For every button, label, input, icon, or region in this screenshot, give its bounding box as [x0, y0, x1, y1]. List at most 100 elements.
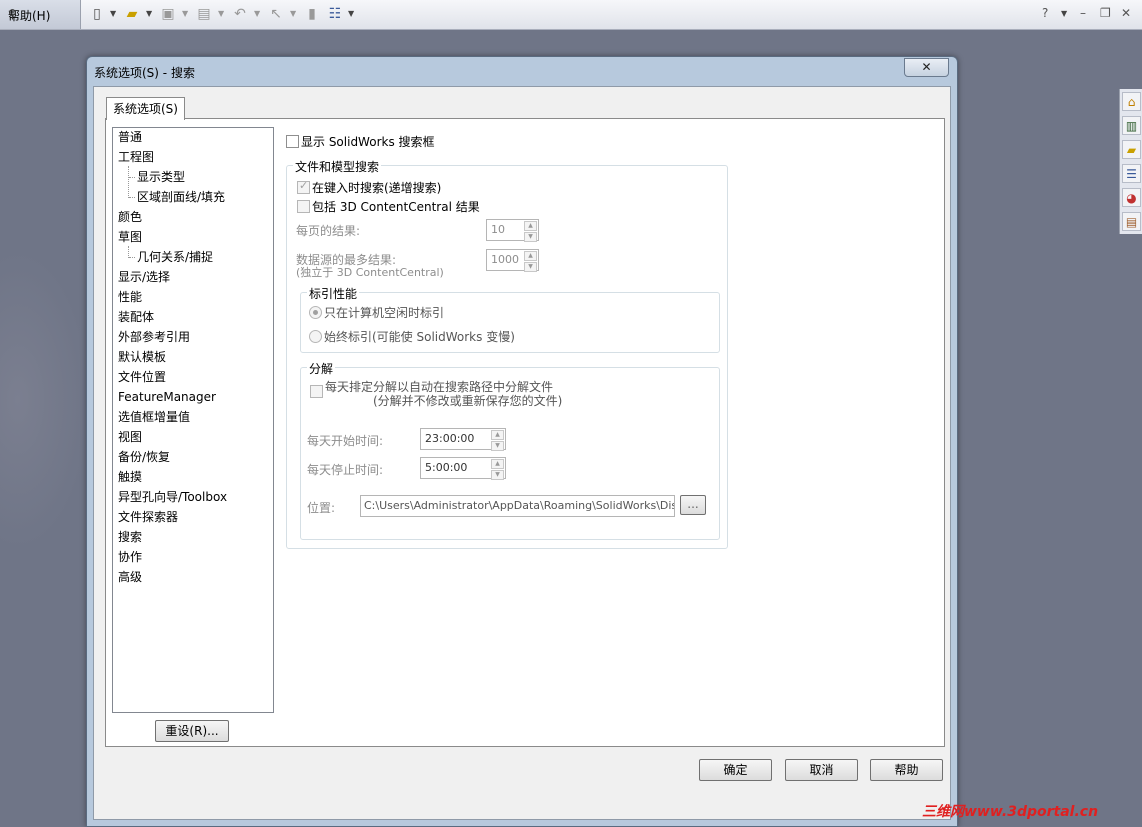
- location-label: 位置:: [307, 501, 336, 515]
- appearances-icon[interactable]: ◕: [1122, 188, 1141, 207]
- tree-item-featuremanager[interactable]: FeatureManager: [118, 388, 216, 406]
- chevron-down-icon[interactable]: ▼: [110, 9, 116, 18]
- ok-button[interactable]: 确定: [699, 759, 772, 781]
- incremental-search-label: 在键入时搜索(递增搜索): [312, 181, 442, 195]
- schedule-dissection-sublabel: (分解并不修改或重新保存您的文件): [373, 394, 563, 408]
- indexing-group: 标引性能 只在计算机空闲时标引 始终标引(可能使 SolidWorks 变慢): [300, 285, 720, 353]
- chevron-down-icon[interactable]: ▼: [254, 9, 260, 18]
- location-value: C:\Users\Administrator\AppData\Roaming\S…: [364, 499, 674, 512]
- dialog-close-button[interactable]: ✕: [904, 58, 949, 77]
- index-always-label: 始终标引(可能使 SolidWorks 变慢): [324, 330, 515, 344]
- file-model-search-group: 文件和模型搜索 在键入时搜索(递增搜索) 包括 3D ContentCentra…: [286, 158, 728, 549]
- tree-connector: [128, 166, 130, 198]
- tree-item-display-style[interactable]: 显示类型: [137, 168, 185, 186]
- search-results-icon[interactable]: ☰: [1122, 164, 1141, 183]
- tree-item-collaboration[interactable]: 协作: [118, 548, 142, 566]
- max-results-spinner[interactable]: 1000 ▲ ▼: [486, 249, 539, 272]
- new-document-icon[interactable]: ▯: [88, 5, 106, 23]
- include-3dcc-checkbox[interactable]: [297, 200, 310, 213]
- tree-item-default-templates[interactable]: 默认模板: [118, 348, 166, 366]
- show-search-box-label: 显示 SolidWorks 搜索框: [301, 135, 435, 149]
- help-button[interactable]: 帮助: [870, 759, 943, 781]
- max-results-sublabel: (独立于 3D ContentCentral): [296, 266, 444, 279]
- results-per-page-spinner[interactable]: 10 ▲ ▼: [486, 219, 539, 242]
- save-icon[interactable]: ▣: [159, 5, 177, 23]
- undo-icon[interactable]: ↶: [231, 5, 249, 23]
- tree-item-assemblies[interactable]: 装配体: [118, 308, 154, 326]
- chevron-down-icon[interactable]: ▼: [348, 9, 354, 18]
- spinner-buttons[interactable]: ▲ ▼: [524, 251, 537, 272]
- open-folder-icon[interactable]: ▰: [123, 5, 141, 23]
- results-per-page-label: 每页的结果:: [296, 224, 361, 238]
- chevron-down-icon[interactable]: ▼: [1061, 9, 1067, 18]
- start-time-spinner[interactable]: 23:00:00 ▲ ▼: [420, 428, 506, 451]
- help-menu[interactable]: 帮助(H) ⚲: [0, 0, 81, 29]
- dialog-title: 系统选项(S) - 搜索: [94, 66, 195, 80]
- stop-time-spinner[interactable]: 5:00:00 ▲ ▼: [420, 457, 506, 480]
- browse-button[interactable]: ...: [680, 495, 706, 515]
- tree-item-backup-recover[interactable]: 备份/恢复: [118, 448, 170, 466]
- max-results-value: 1000: [491, 253, 519, 266]
- tree-item-file-locations[interactable]: 文件位置: [118, 368, 166, 386]
- results-per-page-value: 10: [491, 223, 505, 236]
- show-search-box-checkbox[interactable]: [286, 135, 299, 148]
- tree-item-hole-wizard-toolbox[interactable]: 异型孔向导/Toolbox: [118, 488, 227, 506]
- options-icon[interactable]: ☷: [326, 5, 344, 23]
- tree-item-display-selection[interactable]: 显示/选择: [118, 268, 170, 286]
- spinner-buttons[interactable]: ▲ ▼: [491, 459, 504, 480]
- chevron-down-icon[interactable]: ▼: [146, 9, 152, 18]
- dialog-body: 系统选项(S) 普通 工程图 显示类型 区域剖面线/填充 颜色 草图 几何关系/…: [93, 86, 951, 820]
- tree-item-general[interactable]: 普通: [118, 128, 142, 146]
- tree-item-search[interactable]: 搜索: [118, 528, 142, 546]
- custom-properties-icon[interactable]: ▤: [1122, 212, 1141, 231]
- print-icon[interactable]: ▤: [195, 5, 213, 23]
- tree-item-spin-box-increments[interactable]: 选值框增量值: [118, 408, 190, 426]
- tree-item-touch[interactable]: 触摸: [118, 468, 142, 486]
- file-model-search-title: 文件和模型搜索: [293, 158, 382, 175]
- cancel-button[interactable]: 取消: [785, 759, 858, 781]
- close-icon[interactable]: ✕: [1121, 6, 1131, 20]
- tree-item-advanced[interactable]: 高级: [118, 568, 142, 586]
- indexing-title: 标引性能: [307, 285, 360, 302]
- select-cursor-icon[interactable]: ↖: [267, 5, 285, 23]
- tree-item-external-references[interactable]: 外部参考引用: [118, 328, 190, 346]
- tree-item-view[interactable]: 视图: [118, 428, 142, 446]
- pin-icon[interactable]: ⚲: [8, 7, 17, 21]
- tree-item-colors[interactable]: 颜色: [118, 208, 142, 226]
- incremental-search-checkbox[interactable]: [297, 179, 310, 194]
- chevron-down-icon[interactable]: ▼: [182, 9, 188, 18]
- reset-button[interactable]: 重设(R)...: [155, 720, 229, 742]
- watermark: 三维网www.3dportal.cn: [922, 804, 1099, 820]
- design-library-icon[interactable]: ▥: [1122, 116, 1141, 135]
- spinner-buttons[interactable]: ▲ ▼: [524, 221, 537, 242]
- index-idle-radio[interactable]: [309, 306, 322, 319]
- tree-connector: [129, 177, 135, 178]
- tree-item-area-hatch[interactable]: 区域剖面线/填充: [137, 188, 225, 206]
- schedule-dissection-checkbox[interactable]: [310, 385, 323, 398]
- include-3dcc-label: 包括 3D ContentCentral 结果: [312, 200, 480, 214]
- main-toolbar: 帮助(H) ⚲ ▯ ▼ ▰ ▼ ▣ ▼ ▤ ▼ ↶ ▼ ↖ ▼ ▮ ☷ ▼ ? …: [0, 0, 1142, 30]
- home-icon[interactable]: ⌂: [1122, 92, 1141, 111]
- tree-item-sketch[interactable]: 草图: [118, 228, 142, 246]
- chevron-down-icon[interactable]: ▼: [290, 9, 296, 18]
- tree-item-relations-snaps[interactable]: 几何关系/捕捉: [137, 248, 213, 266]
- file-explorer-icon[interactable]: ▰: [1122, 140, 1141, 159]
- system-options-dialog: 系统选项(S) - 搜索 ✕ 系统选项(S) 普通 工程图 显示类型 区域剖面线…: [86, 56, 958, 827]
- tree-item-file-explorer[interactable]: 文件探索器: [118, 508, 178, 526]
- task-pane: ⌂ ▥ ▰ ☰ ◕ ▤: [1119, 89, 1142, 234]
- background-graphic: [0, 250, 90, 550]
- spinner-buttons[interactable]: ▲ ▼: [491, 430, 504, 451]
- minimize-icon[interactable]: –: [1080, 6, 1086, 20]
- tree-connector: [129, 257, 135, 258]
- help-question-icon[interactable]: ?: [1042, 6, 1048, 20]
- tree-item-performance[interactable]: 性能: [118, 288, 142, 306]
- location-field[interactable]: C:\Users\Administrator\AppData\Roaming\S…: [360, 495, 675, 517]
- chevron-down-icon[interactable]: ▼: [218, 9, 224, 18]
- restore-icon[interactable]: ❐: [1100, 6, 1111, 20]
- tree-item-drawings[interactable]: 工程图: [118, 148, 154, 166]
- index-always-radio[interactable]: [309, 330, 322, 343]
- tab-panel: 普通 工程图 显示类型 区域剖面线/填充 颜色 草图 几何关系/捕捉 显示/选择…: [105, 118, 945, 747]
- rebuild-icon[interactable]: ▮: [303, 5, 321, 23]
- tab-system-options[interactable]: 系统选项(S): [106, 97, 185, 120]
- options-tree[interactable]: 普通 工程图 显示类型 区域剖面线/填充 颜色 草图 几何关系/捕捉 显示/选择…: [112, 127, 274, 713]
